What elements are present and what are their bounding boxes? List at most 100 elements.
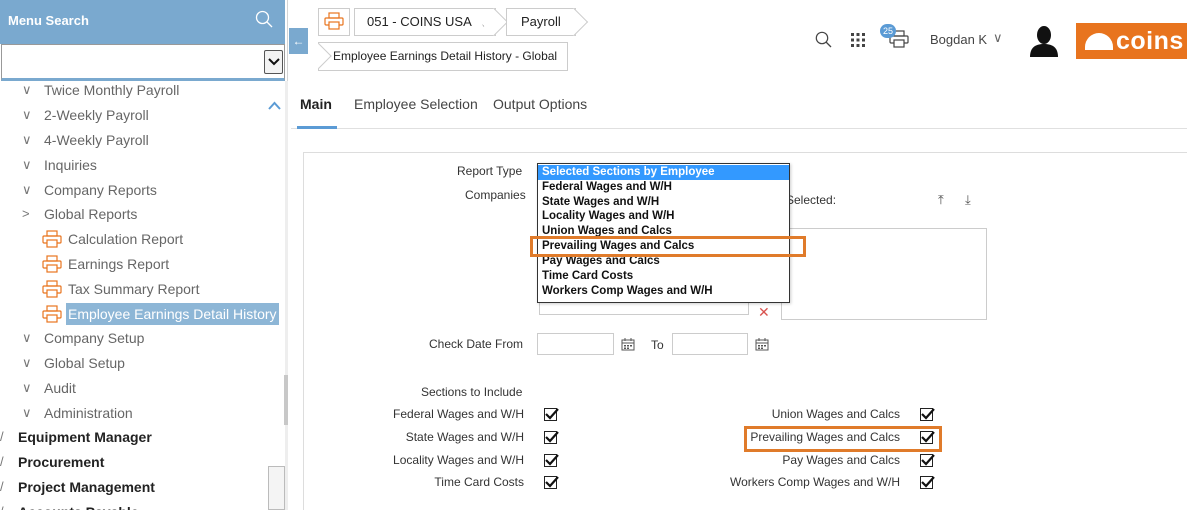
arrow-left-icon: ← <box>292 34 305 48</box>
chevron-down-icon: / <box>0 501 14 510</box>
menu-search-header: Menu Search <box>0 0 285 44</box>
remove-icon[interactable]: ✕ <box>758 304 770 321</box>
check-date-from-input[interactable] <box>537 333 614 355</box>
report-type-option[interactable]: Locality Wages and W/H <box>538 209 789 224</box>
selected-label: Selected: <box>786 193 837 207</box>
search-icon[interactable] <box>815 31 832 51</box>
avatar[interactable] <box>1030 25 1058 60</box>
company-label: 051 - COINS USA <box>367 14 472 29</box>
sidebar-scrollbar[interactable] <box>285 81 288 510</box>
checkbox-state[interactable] <box>544 431 559 444</box>
chevron-down-icon: ∨ <box>22 405 32 420</box>
tree-item-label: Inquiries <box>44 157 97 173</box>
report-type-option[interactable]: State Wages and W/H <box>538 195 789 210</box>
move-top-icon[interactable]: ⤒ <box>938 192 944 208</box>
chevron-down-icon: ∨ <box>22 132 32 147</box>
active-tab-indicator <box>297 126 337 129</box>
report-type-option[interactable]: Selected Sections by Employee <box>538 165 789 180</box>
check-date-from-label: Check Date From <box>429 337 524 351</box>
apps-grid-icon[interactable] <box>850 32 866 51</box>
chevron-down-icon: / <box>0 429 4 444</box>
checkbox-federal[interactable] <box>544 408 559 421</box>
tree-item-label: Administration <box>44 405 133 421</box>
report-type-option[interactable]: Workers Comp Wages and W/H <box>538 284 789 299</box>
coins-logo: coins <box>1076 23 1187 59</box>
tab-main[interactable]: Main <box>300 96 332 112</box>
checkbox-workers-comp[interactable] <box>920 476 935 489</box>
calendar-icon[interactable] <box>621 338 635 354</box>
print-queue-badge: 25 <box>880 24 896 38</box>
tree-item-label: Procurement <box>18 454 105 470</box>
report-icon <box>42 305 62 329</box>
chevron-down-icon[interactable] <box>264 50 283 74</box>
logo-dome-icon <box>1085 33 1113 47</box>
chevron-up-icon[interactable] <box>268 97 281 113</box>
tree-item-label: Company Setup <box>44 330 145 346</box>
tree-item-label: Audit <box>44 380 76 396</box>
sidebar-scroll-handle[interactable] <box>268 466 285 510</box>
checkbox-union[interactable] <box>920 408 935 421</box>
tree-item-label: Twice Monthly Payroll <box>44 82 180 98</box>
checkbox-pay[interactable] <box>920 454 935 467</box>
to-label: To <box>651 338 664 352</box>
report-type-dropdown[interactable]: Selected Sections by Employee Federal Wa… <box>537 163 790 303</box>
chevron-down-icon: ∨ <box>22 107 32 122</box>
tree-item-label: Tax Summary Report <box>68 281 200 297</box>
tree-item-label: Global Reports <box>44 206 138 222</box>
breadcrumb-separator <box>559 7 589 37</box>
tree-item-label: Employee Earnings Detail History <box>66 303 279 325</box>
report-icon <box>324 12 344 39</box>
tree-item-label: Equipment Manager <box>18 429 152 445</box>
menu-tree: ∨ Twice Monthly Payroll ∨ 2-Weekly Payro… <box>0 81 285 510</box>
tab-output-options[interactable]: Output Options <box>493 96 587 112</box>
sidebar-scroll-thumb[interactable] <box>284 375 288 425</box>
user-name[interactable]: Bogdan K <box>930 32 987 47</box>
highlight-prevailing-option <box>530 236 806 257</box>
section-label-union: Union Wages and Calcs <box>771 407 900 421</box>
section-label-time-card: Time Card Costs <box>434 475 524 489</box>
tab-employee-selection[interactable]: Employee Selection <box>354 96 478 112</box>
selected-companies-list[interactable] <box>781 228 987 320</box>
breadcrumb-separator <box>479 7 509 37</box>
check-date-to-input[interactable] <box>672 333 748 355</box>
module-label: Payroll <box>521 14 561 29</box>
tree-item-label: Calculation Report <box>68 231 184 247</box>
report-icon <box>42 230 62 254</box>
chevron-down-icon: ∨ <box>22 182 32 197</box>
breadcrumb-company[interactable]: 051 - COINS USA ↓ <box>354 7 509 37</box>
chevron-down-icon: / <box>0 479 4 494</box>
report-type-label: Report Type <box>457 164 523 178</box>
section-label-locality: Locality Wages and W/H <box>393 453 524 467</box>
report-type-option[interactable]: Federal Wages and W/H <box>538 180 789 195</box>
highlight-prevailing-checkbox <box>744 426 942 452</box>
checkbox-locality[interactable] <box>544 454 559 467</box>
chevron-down-icon[interactable]: ∨ <box>993 30 1003 46</box>
report-icon <box>42 255 62 279</box>
sections-to-include-label: Sections to Include <box>421 385 523 399</box>
section-label-federal: Federal Wages and W/H <box>393 407 524 421</box>
tree-item-label: Project Management <box>18 479 155 495</box>
section-label-state: State Wages and W/H <box>405 430 524 444</box>
collapse-sidebar-button[interactable]: ← <box>289 28 308 54</box>
search-icon[interactable] <box>255 10 273 31</box>
sidebar: Menu Search ∨ Twice Monthly Payroll ∨ 2-… <box>0 0 288 510</box>
breadcrumb-payroll[interactable]: Payroll <box>506 7 589 37</box>
tree-item-label: 4-Weekly Payroll <box>44 132 149 148</box>
menu-search-label: Menu Search <box>8 13 89 28</box>
chevron-down-icon: / <box>0 454 4 469</box>
section-label-workers-comp: Workers Comp Wages and W/H <box>729 475 900 489</box>
calendar-icon[interactable] <box>755 338 769 354</box>
companies-label: Companies <box>465 188 526 202</box>
tree-item-label: 2-Weekly Payroll <box>44 107 149 123</box>
tree-item-label: Accounts Payable <box>18 501 139 510</box>
chevron-down-icon: ∨ <box>22 380 32 395</box>
breadcrumb-home[interactable] <box>318 8 350 36</box>
tab-divider <box>291 128 1187 129</box>
breadcrumb-page: Employee Earnings Detail History - Globa… <box>306 42 568 71</box>
menu-search-select[interactable] <box>1 44 285 81</box>
move-bottom-icon[interactable]: ⤓ <box>965 192 971 208</box>
section-label-pay: Pay Wages and Calcs <box>782 453 900 467</box>
checkbox-time-card[interactable] <box>544 476 559 489</box>
report-type-option[interactable]: Time Card Costs <box>538 269 789 284</box>
logo-text: coins <box>1116 27 1184 55</box>
